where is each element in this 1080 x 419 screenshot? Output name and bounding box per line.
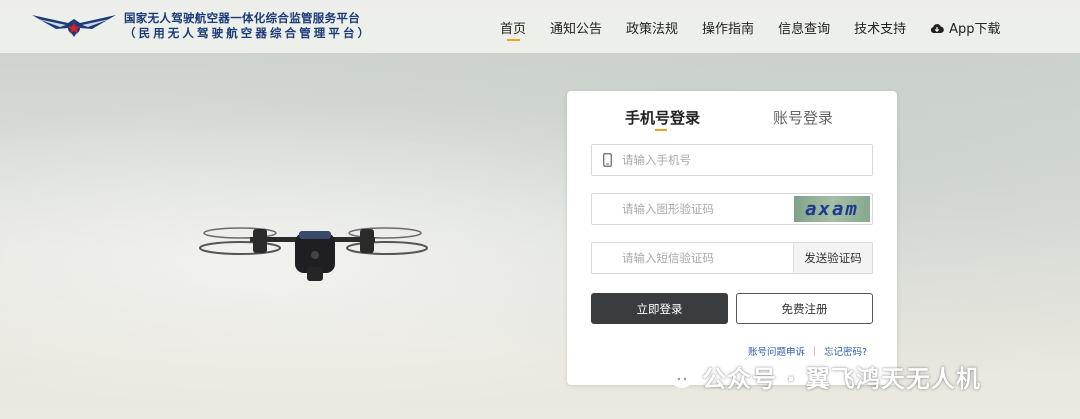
captcha-field: axam <box>591 193 873 225</box>
brand-title-line1: 国家无人驾驶航空器一体化综合监管服务平台 <box>124 11 360 25</box>
phone-icon <box>603 153 612 167</box>
phone-input[interactable] <box>622 145 792 175</box>
captcha-input[interactable] <box>622 194 792 224</box>
link-divider <box>813 346 815 356</box>
main-nav: 首页 通知公告 政策法规 操作指南 信息查询 技术支持 App下载 <box>500 18 1025 41</box>
send-sms-code-button[interactable]: 发送验证码 <box>793 243 872 273</box>
wechat-icon <box>660 362 692 388</box>
phone-field <box>591 144 873 176</box>
nav-item-home[interactable]: 首页 <box>500 18 526 41</box>
nav-item-app-download-label: App下载 <box>949 22 1001 37</box>
login-card: 手机号登录 账号登录 axam 发送验证码 立即登录 免费注册 账号问题申诉 忘… <box>567 91 897 385</box>
sms-code-field: 发送验证码 <box>591 242 873 274</box>
captcha-image[interactable]: axam <box>794 196 870 222</box>
nav-item-guide[interactable]: 操作指南 <box>702 18 754 37</box>
nav-item-tech-support[interactable]: 技术支持 <box>854 18 906 37</box>
help-links: 账号问题申诉 忘记密码? <box>748 344 867 358</box>
brand-title: 国家无人驾驶航空器一体化综合监管服务平台 （民用无人驾驶航空器综合管理平台） <box>124 11 372 41</box>
site-header: 国家无人驾驶航空器一体化综合监管服务平台 （民用无人驾驶航空器综合管理平台） 首… <box>0 0 1080 53</box>
nav-item-notices[interactable]: 通知公告 <box>550 18 602 37</box>
watermark-text: 公众号 · 翼飞鸿天无人机 <box>702 365 981 393</box>
nav-item-app-download[interactable]: App下载 <box>930 18 1001 37</box>
caac-logo-icon <box>32 15 116 37</box>
sms-code-input[interactable] <box>622 243 792 273</box>
register-button[interactable]: 免费注册 <box>736 293 873 324</box>
cloud-download-icon <box>930 24 944 34</box>
account-appeal-link[interactable]: 账号问题申诉 <box>748 344 805 358</box>
login-button[interactable]: 立即登录 <box>591 293 728 324</box>
drone-image <box>199 227 428 281</box>
brand-title-line2: （民用无人驾驶航空器综合管理平台） <box>124 26 373 40</box>
active-tab-indicator <box>655 129 667 131</box>
tab-account-login[interactable]: 账号登录 <box>773 107 833 128</box>
nav-item-info-query[interactable]: 信息查询 <box>778 18 830 37</box>
tab-phone-login[interactable]: 手机号登录 <box>625 107 700 128</box>
wechat-watermark: 公众号 · 翼飞鸿天无人机 <box>660 359 981 394</box>
nav-item-policies[interactable]: 政策法规 <box>626 18 678 37</box>
forgot-password-link[interactable]: 忘记密码? <box>824 344 867 358</box>
